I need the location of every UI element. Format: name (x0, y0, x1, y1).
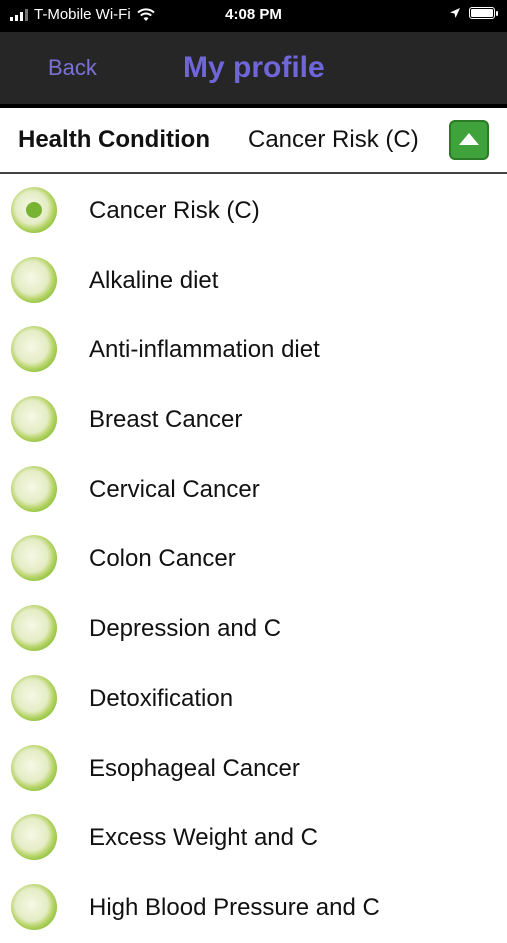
option-label: Anti-inflammation diet (89, 336, 320, 364)
list-item[interactable]: Esophageal Cancer (0, 734, 507, 804)
status-bar: T-Mobile Wi-Fi 4:08 PM (0, 0, 507, 32)
chevron-up-icon (459, 133, 479, 145)
list-item[interactable]: Depression and C (0, 594, 507, 664)
list-item[interactable]: Anti-inflammation diet (0, 315, 507, 385)
option-label: Colon Cancer (89, 545, 236, 573)
battery-icon (469, 7, 498, 19)
collapse-button[interactable] (449, 120, 489, 160)
option-label: Excess Weight and C (89, 824, 318, 852)
radio-unselected-icon[interactable] (11, 674, 57, 721)
option-label: Cervical Cancer (89, 475, 260, 503)
radio-unselected-icon[interactable] (11, 326, 57, 373)
list-item[interactable]: Colon Cancer (0, 524, 507, 594)
radio-unselected-icon[interactable] (11, 605, 57, 652)
navigation-bar: Back My profile (0, 32, 507, 108)
list-item[interactable]: Cancer Risk (C) (0, 176, 507, 246)
option-label: Alkaline diet (89, 266, 219, 294)
page-title: My profile (183, 51, 325, 84)
status-time: 4:08 PM (225, 6, 282, 23)
radio-selected-icon[interactable] (11, 187, 57, 233)
option-label: Esophageal Cancer (89, 754, 300, 782)
radio-unselected-icon[interactable] (11, 814, 57, 861)
radio-unselected-icon[interactable] (11, 396, 57, 443)
list-item[interactable]: Cervical Cancer (0, 455, 507, 525)
list-item[interactable]: Alkaline diet (0, 246, 507, 316)
health-condition-value[interactable]: Cancer Risk (C) (248, 126, 419, 154)
back-button[interactable]: Back (48, 55, 97, 81)
list-item[interactable]: High Blood Pressure and C (0, 873, 507, 943)
list-item[interactable]: Detoxification (0, 664, 507, 734)
option-label: High Blood Pressure and C (89, 893, 380, 921)
radio-unselected-icon[interactable] (11, 883, 57, 930)
option-label: Detoxification (89, 684, 234, 712)
status-right (449, 7, 498, 19)
health-condition-list: Cancer Risk (C) Alkaline diet Anti-inflamm… (0, 176, 507, 943)
radio-unselected-icon[interactable] (11, 744, 57, 791)
option-label: Breast Cancer (89, 406, 243, 434)
radio-unselected-icon[interactable] (11, 465, 57, 512)
list-item[interactable]: Breast Cancer (0, 385, 507, 455)
option-label: Depression and C (89, 615, 282, 643)
list-item[interactable]: Excess Weight and C (0, 803, 507, 873)
option-label: Cancer Risk (C) (89, 197, 260, 224)
radio-unselected-icon[interactable] (11, 256, 57, 303)
health-condition-label: Health Condition (18, 126, 210, 153)
health-condition-header: Health Condition Cancer Risk (C) (0, 108, 507, 174)
location-arrow-icon (450, 8, 460, 18)
radio-unselected-icon[interactable] (11, 535, 57, 582)
